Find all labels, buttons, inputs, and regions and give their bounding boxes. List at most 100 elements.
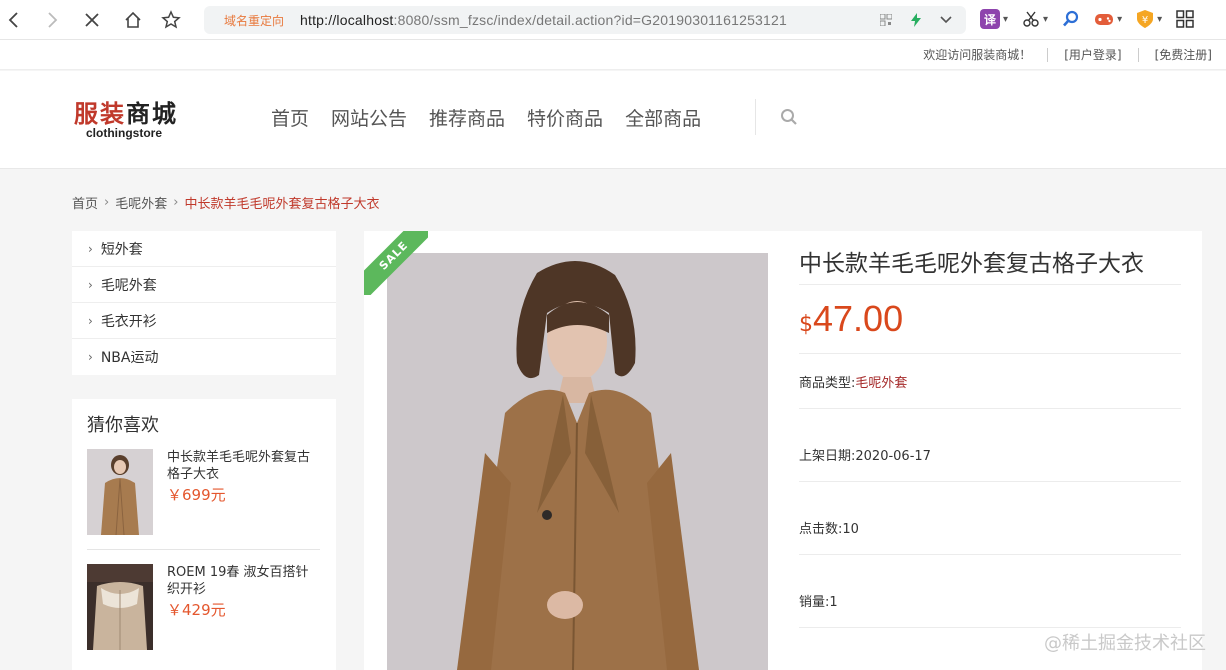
price-amount: 47.00	[813, 298, 904, 339]
nav-all-products[interactable]: 全部商品	[625, 104, 701, 131]
apps-extension[interactable]	[1176, 8, 1194, 30]
home-icon[interactable]	[121, 8, 145, 32]
category-label: NBA运动	[100, 350, 159, 366]
translate-extension[interactable]: 译 ▾	[980, 8, 1008, 30]
url-path: :8080/ssm_fzsc/index/detail.action?id=G2…	[393, 12, 787, 28]
chevron-right-icon: ›	[88, 277, 93, 292]
back-icon[interactable]	[2, 8, 26, 32]
recommendation-info: ROEM 19春 淑女百搭针织开衫 ￥429元	[167, 564, 317, 650]
sale-ribbon: SALE	[364, 231, 428, 295]
gamepad-icon	[1095, 14, 1114, 25]
search-extension[interactable]	[1062, 8, 1080, 30]
logo-text-part2: 商城	[126, 99, 178, 128]
recommendation-item[interactable]: 中长款羊毛毛呢外套复古格子大衣 ￥699元	[87, 449, 320, 550]
category-label: 毛呢外套	[100, 277, 157, 294]
translate-icon: 译	[980, 9, 1000, 29]
site-logo[interactable]: 服装商城 clothingstore	[74, 101, 178, 140]
chevron-down-icon[interactable]	[936, 10, 956, 30]
category-list: › 短外套 › 毛呢外套 › 毛衣开衫 › NBA运动	[72, 231, 336, 375]
divider	[799, 353, 1181, 354]
stop-icon[interactable]	[80, 8, 104, 32]
chevron-down-icon: ▾	[1003, 13, 1009, 25]
nav-recommended[interactable]: 推荐商品	[429, 104, 505, 131]
extension-icons: 译 ▾ ▾ ▾ ¥ ▾	[980, 8, 1194, 30]
category-item[interactable]: › NBA运动	[72, 339, 336, 375]
watermark: @稀土掘金技术社区	[1044, 633, 1206, 654]
field-label: 点击数:	[799, 522, 843, 537]
logo-text-part1: 服装	[74, 99, 126, 128]
chevron-right-icon: ›	[88, 313, 93, 328]
logo-chinese: 服装商城	[74, 101, 178, 127]
field-label: 销量:	[799, 595, 830, 610]
svg-text:¥: ¥	[1142, 15, 1148, 26]
recommendation-info: 中长款羊毛毛呢外套复古格子大衣 ￥699元	[167, 449, 317, 535]
field-value: 10	[842, 522, 859, 537]
scissors-extension[interactable]: ▾	[1022, 8, 1048, 30]
recommendation-price: ￥699元	[167, 486, 226, 504]
divider	[799, 408, 1181, 409]
divider	[1137, 47, 1139, 62]
product-detail-panel: SALE 中长款羊毛毛呢外套复古格子大衣 $ 47.00 商品类型:毛呢外套 上…	[364, 231, 1202, 670]
url-text[interactable]: http://localhost:8080/ssm_fzsc/index/det…	[300, 12, 787, 28]
redirect-tag: 域名重定向	[224, 13, 285, 28]
divider	[755, 99, 756, 135]
product-thumbnail[interactable]	[87, 449, 153, 535]
category-item[interactable]: › 毛呢外套	[72, 267, 336, 303]
site-header: 服装商城 clothingstore 首页 网站公告 推荐商品 特价商品 全部商…	[0, 71, 1226, 169]
address-bar[interactable]: 域名重定向 http://localhost:8080/ssm_fzsc/ind…	[204, 6, 966, 34]
divider	[799, 554, 1181, 555]
product-thumbnail[interactable]	[87, 564, 153, 650]
chevron-right-icon: ›	[173, 195, 179, 210]
product-click-count: 点击数:10	[799, 518, 859, 537]
product-image[interactable]	[387, 253, 768, 670]
welcome-text: 欢迎访问服装商城！	[923, 48, 1032, 62]
qr-code-icon[interactable]	[876, 10, 896, 30]
divider	[1047, 47, 1049, 62]
breadcrumb-home[interactable]: 首页	[72, 193, 98, 212]
chevron-down-icon: ▾	[1043, 13, 1049, 25]
nav-announcements[interactable]: 网站公告	[331, 104, 407, 131]
grid-icon	[1176, 10, 1194, 28]
field-label: 上架日期:	[799, 449, 856, 464]
divider	[799, 284, 1181, 285]
nav-home[interactable]: 首页	[271, 104, 309, 131]
recommendation-name[interactable]: ROEM 19春 淑女百搭针织开衫	[167, 564, 317, 598]
register-link[interactable]: [免费注册]	[1155, 46, 1212, 63]
top-links: 欢迎访问服装商城！ [用户登录] [免费注册]	[923, 46, 1212, 63]
product-type-link[interactable]: 毛呢外套	[855, 376, 907, 391]
divider	[799, 627, 1181, 628]
chevron-down-icon: ▾	[1157, 13, 1163, 25]
category-label: 毛衣开衫	[100, 313, 157, 330]
category-item[interactable]: › 短外套	[72, 231, 336, 267]
category-label: 短外套	[100, 241, 143, 258]
breadcrumb-category[interactable]: 毛呢外套	[115, 193, 167, 212]
breadcrumb: 首页 › 毛呢外套 › 中长款羊毛毛呢外套复古格子大衣	[72, 193, 379, 212]
nav-special-offers[interactable]: 特价商品	[527, 104, 603, 131]
recommendation-name[interactable]: 中长款羊毛毛呢外套复古格子大衣	[167, 449, 317, 483]
top-strip: 欢迎访问服装商城！ [用户登录] [免费注册]	[0, 40, 1226, 70]
product-sales-count: 销量:1	[799, 591, 838, 610]
chevron-right-icon: ›	[104, 195, 110, 210]
field-label: 商品类型:	[799, 376, 856, 391]
search-icon[interactable]	[780, 108, 798, 126]
url-host: http://localhost	[300, 12, 394, 28]
chevron-right-icon: ›	[88, 241, 93, 256]
forward-icon[interactable]	[40, 8, 64, 32]
category-item[interactable]: › 毛衣开衫	[72, 303, 336, 339]
breadcrumb-current[interactable]: 中长款羊毛毛呢外套复古格子大衣	[184, 193, 379, 212]
recommendation-panel: 猜你喜欢 中长款羊毛毛呢外套复古格子大衣 ￥699元 ROEM 19春 淑女百搭…	[72, 399, 336, 670]
game-extension[interactable]: ▾	[1094, 8, 1122, 30]
address-bar-icons	[876, 10, 956, 30]
product-price: $ 47.00	[799, 298, 903, 340]
lightning-icon[interactable]	[906, 10, 926, 30]
star-icon[interactable]	[159, 8, 183, 32]
chevron-down-icon: ▾	[1117, 13, 1123, 25]
price-currency: $	[799, 312, 813, 337]
shield-extension[interactable]: ¥ ▾	[1136, 8, 1162, 30]
main-nav: 首页 网站公告 推荐商品 特价商品 全部商品	[260, 104, 712, 131]
product-listing-date: 上架日期:2020-06-17	[799, 445, 931, 464]
recommendation-item[interactable]: ROEM 19春 淑女百搭针织开衫 ￥429元	[87, 564, 320, 664]
divider	[799, 481, 1181, 482]
login-link[interactable]: [用户登录]	[1064, 46, 1121, 63]
browser-toolbar: 域名重定向 http://localhost:8080/ssm_fzsc/ind…	[0, 0, 1226, 40]
